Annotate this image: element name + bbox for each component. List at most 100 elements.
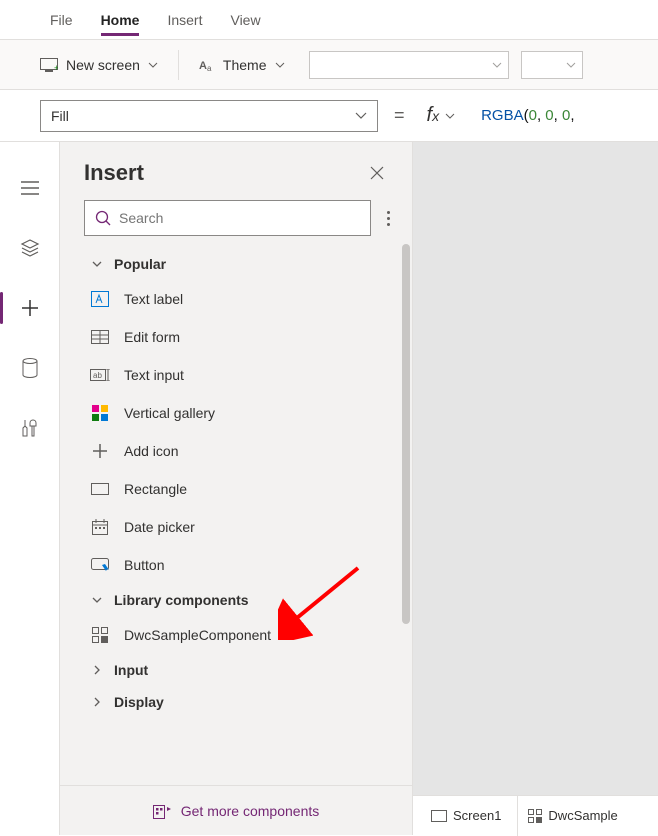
gallery-icon <box>90 403 110 423</box>
component-icon <box>528 809 542 823</box>
formula-bar: Fill = fx RGBA(0, 0, 0, <box>0 90 658 142</box>
chevron-down-icon <box>492 62 502 68</box>
fx-button[interactable]: fx <box>421 104 462 127</box>
component-library-icon <box>153 803 171 819</box>
layers-icon <box>20 239 40 257</box>
size-dropdown[interactable] <box>521 51 583 79</box>
chevron-down-icon <box>92 261 102 267</box>
hamburger-icon <box>21 181 39 195</box>
new-screen-label: New screen <box>66 57 140 73</box>
chevron-right-icon <box>94 697 100 707</box>
chevron-down-icon <box>445 113 455 119</box>
group-label: Input <box>114 662 148 678</box>
item-label: Date picker <box>124 519 195 535</box>
svg-text:A: A <box>199 60 207 72</box>
rectangle-icon <box>90 479 110 499</box>
button-icon <box>90 555 110 575</box>
item-label: Add icon <box>124 443 178 459</box>
text-label-icon <box>90 289 110 309</box>
close-button[interactable] <box>366 162 388 184</box>
screen-tab-2[interactable]: DwcSample <box>517 796 627 836</box>
svg-text:ab: ab <box>93 371 102 380</box>
search-icon <box>95 210 111 226</box>
search-input[interactable] <box>84 200 371 236</box>
item-vertical-gallery[interactable]: Vertical gallery <box>60 394 412 432</box>
group-label: Display <box>114 694 164 710</box>
theme-icon: Aa <box>199 58 215 72</box>
database-icon <box>22 358 38 378</box>
group-popular[interactable]: Popular <box>60 248 412 280</box>
item-button[interactable]: Button <box>60 546 412 584</box>
tab-label: DwcSample <box>548 808 617 823</box>
get-more-components-button[interactable]: Get more components <box>60 785 412 835</box>
chevron-down-icon <box>355 112 367 119</box>
theme-label: Theme <box>223 57 267 73</box>
tab-home[interactable]: Home <box>87 0 154 40</box>
group-display[interactable]: Display <box>60 686 412 718</box>
item-label: Button <box>124 557 164 573</box>
plus-icon <box>21 299 39 317</box>
property-selector[interactable]: Fill <box>40 100 378 132</box>
svg-text:a: a <box>207 64 212 72</box>
screen-icon <box>431 810 447 822</box>
item-label: Vertical gallery <box>124 405 215 421</box>
item-text-input[interactable]: ab Text input <box>60 356 412 394</box>
item-date-picker[interactable]: Date picker <box>60 508 412 546</box>
text-input-icon: ab <box>90 365 110 385</box>
item-edit-form[interactable]: Edit form <box>60 318 412 356</box>
chevron-down-icon <box>275 62 285 68</box>
equals-label: = <box>388 105 411 126</box>
main-area: Insert Popular Text label <box>0 142 658 835</box>
rail-tree-view[interactable] <box>6 164 54 212</box>
component-icon <box>90 625 110 645</box>
insert-panel: Insert Popular Text label <box>60 142 413 835</box>
item-add-icon[interactable]: Add icon <box>60 432 412 470</box>
search-field[interactable] <box>119 210 360 226</box>
divider <box>178 50 179 80</box>
tab-label: Screen1 <box>453 808 501 823</box>
svg-text:+: + <box>54 63 58 72</box>
group-library-components[interactable]: Library components <box>60 584 412 616</box>
item-dwc-sample-component[interactable]: DwcSampleComponent <box>60 616 412 654</box>
chevron-down-icon <box>148 62 158 68</box>
item-label: DwcSampleComponent <box>124 627 271 643</box>
formula-input[interactable]: RGBA(0, 0, 0, <box>471 107 658 125</box>
rail-layers[interactable] <box>6 224 54 272</box>
scrollbar[interactable] <box>402 244 410 624</box>
fx-icon: fx <box>427 104 440 127</box>
property-label: Fill <box>51 108 69 124</box>
group-input[interactable]: Input <box>60 654 412 686</box>
font-dropdown[interactable] <box>309 51 509 79</box>
tab-file[interactable]: File <box>36 0 87 40</box>
panel-title: Insert <box>84 160 144 186</box>
item-rectangle[interactable]: Rectangle <box>60 470 412 508</box>
chevron-down-icon <box>92 597 102 603</box>
calendar-icon <box>90 517 110 537</box>
screen-tab-1[interactable]: Screen1 <box>421 796 511 836</box>
form-icon <box>90 327 110 347</box>
screen-tabs: Screen1 DwcSample <box>413 795 658 835</box>
item-label: Text input <box>124 367 184 383</box>
tab-insert[interactable]: Insert <box>153 0 216 40</box>
item-text-label[interactable]: Text label <box>60 280 412 318</box>
new-screen-button[interactable]: + New screen <box>28 48 170 82</box>
chevron-down-icon <box>566 62 576 68</box>
tools-icon <box>21 418 39 438</box>
close-icon <box>370 166 384 180</box>
item-label: Rectangle <box>124 481 187 497</box>
rail-insert[interactable] <box>6 284 54 332</box>
theme-button[interactable]: Aa Theme <box>187 48 297 82</box>
screen-icon: + <box>40 58 58 72</box>
item-label: Text label <box>124 291 183 307</box>
canvas[interactable]: Screen1 DwcSample <box>413 142 658 835</box>
get-more-label: Get more components <box>181 803 320 819</box>
tab-view[interactable]: View <box>216 0 274 40</box>
rail-data[interactable] <box>6 344 54 392</box>
rail-tools[interactable] <box>6 404 54 452</box>
group-label: Popular <box>114 256 166 272</box>
more-button[interactable] <box>383 207 394 230</box>
menu-bar: File Home Insert View <box>0 0 658 40</box>
left-rail <box>0 142 60 835</box>
item-label: Edit form <box>124 329 180 345</box>
formula-fn: RGBA <box>481 107 524 124</box>
